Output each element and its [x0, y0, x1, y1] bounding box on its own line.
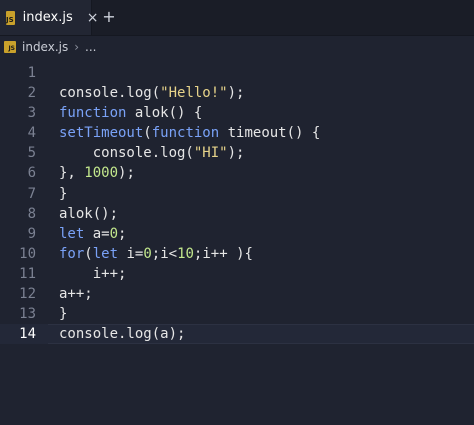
code-text: console.log("HI"); [59, 143, 245, 163]
breadcrumb-separator-icon: › [74, 40, 80, 54]
line-number: 11 [19, 265, 36, 282]
line-number: 2 [27, 85, 36, 102]
code-line[interactable]: 4 setTimeout(function timeout() { [0, 123, 474, 143]
line-number: 1 [27, 65, 36, 81]
code-line[interactable]: 11 i++; [0, 264, 474, 284]
code-line[interactable]: 2 console.log("Hello!"); [0, 83, 474, 103]
code-text: function alok() { [59, 103, 202, 123]
code-text: console.log("Hello!"); [59, 83, 244, 103]
code-line[interactable]: 10 for(let i=0;i<10;i++ ){ [0, 244, 474, 264]
line-number: 3 [27, 105, 36, 122]
code-token: let [92, 245, 119, 262]
code-token: for [59, 245, 85, 262]
code-token: 0 [109, 225, 119, 242]
breadcrumb-file[interactable]: index.js [22, 40, 68, 54]
code-text: } [59, 184, 67, 204]
code-token: ( [143, 125, 152, 142]
tab-label: index.js [22, 10, 73, 25]
new-tab-button[interactable]: + [100, 7, 118, 27]
code-text: console.log(a); [59, 324, 185, 344]
close-icon[interactable]: × [87, 10, 99, 26]
code-text: alok(); [59, 204, 118, 224]
code-token: alok() { [126, 105, 203, 122]
code-line[interactable]: 1 [0, 63, 474, 83]
code-token: 0 [143, 245, 152, 262]
code-token: console.log( [59, 145, 194, 162]
code-token: ); [227, 85, 245, 102]
code-token: let [59, 225, 85, 242]
code-token: ;i< [151, 245, 178, 262]
code-token: "Hello!" [160, 85, 228, 102]
code-text: }, 1000); [59, 163, 135, 183]
breadcrumb-symbol[interactable]: ... [85, 40, 96, 54]
code-token: i++; [59, 265, 127, 282]
code-text: for(let i=0;i<10;i++ ){ [59, 244, 253, 264]
code-token: console.log(a); [59, 326, 186, 343]
tab-bar: JS index.js × + [0, 0, 474, 36]
code-editor[interactable]: 1 2 console.log("Hello!"); 3 function alok()… [0, 63, 474, 345]
code-token: ; [118, 225, 127, 242]
code-line[interactable]: 13} [0, 304, 474, 324]
code-token: i= [118, 245, 144, 262]
code-token: alok(); [59, 205, 119, 222]
code-token: }, [59, 165, 85, 182]
code-line[interactable]: 8 alok(); [0, 204, 474, 224]
line-number: 14 [19, 326, 36, 343]
code-line[interactable]: 14 console.log(a); [0, 324, 474, 345]
code-token: 1000 [84, 165, 119, 182]
code-text: i++; [59, 264, 127, 284]
code-token: function [151, 125, 220, 142]
code-token: 10 [177, 245, 194, 262]
code-text: setTimeout(function timeout() { [59, 123, 320, 143]
code-line[interactable]: 5 console.log("HI"); [0, 143, 474, 163]
code-token: ( [84, 245, 93, 262]
code-token: } [59, 306, 68, 323]
tab-index-js[interactable]: JS index.js × [0, 0, 98, 35]
code-token: a= [84, 225, 110, 242]
code-line[interactable]: 6}, 1000); [0, 163, 474, 183]
line-number: 6 [27, 165, 36, 182]
javascript-file-icon: JS [6, 10, 15, 25]
code-token: ); [227, 145, 245, 162]
code-token: ); [118, 165, 135, 182]
breadcrumb: JS index.js › ... [0, 36, 474, 58]
code-token: } [59, 185, 68, 202]
javascript-file-icon: JS [4, 41, 16, 53]
code-token: "HI" [193, 145, 228, 162]
code-text: a++; [59, 284, 93, 304]
line-number: 9 [27, 225, 36, 242]
code-token: function [59, 105, 127, 122]
code-line[interactable]: 7} [0, 184, 474, 204]
code-text: } [59, 304, 67, 324]
code-token: ;i++ ){ [193, 245, 253, 262]
code-token: a++; [59, 286, 93, 303]
code-token: setTimeout [59, 125, 144, 142]
line-number: 10 [19, 245, 36, 262]
code-line[interactable]: 3 function alok() { [0, 103, 474, 123]
code-token: timeout() { [219, 125, 321, 142]
line-number: 12 [19, 286, 36, 303]
line-number: 7 [27, 185, 36, 202]
line-number: 13 [19, 306, 36, 323]
code-text: let a=0; [59, 224, 126, 244]
code-line[interactable]: 9 let a=0; [0, 224, 474, 244]
code-token: console.log( [59, 85, 161, 102]
line-number: 8 [27, 205, 36, 222]
line-number: 4 [27, 125, 36, 142]
line-number: 5 [27, 145, 36, 162]
code-line[interactable]: 12 a++; [0, 284, 474, 304]
